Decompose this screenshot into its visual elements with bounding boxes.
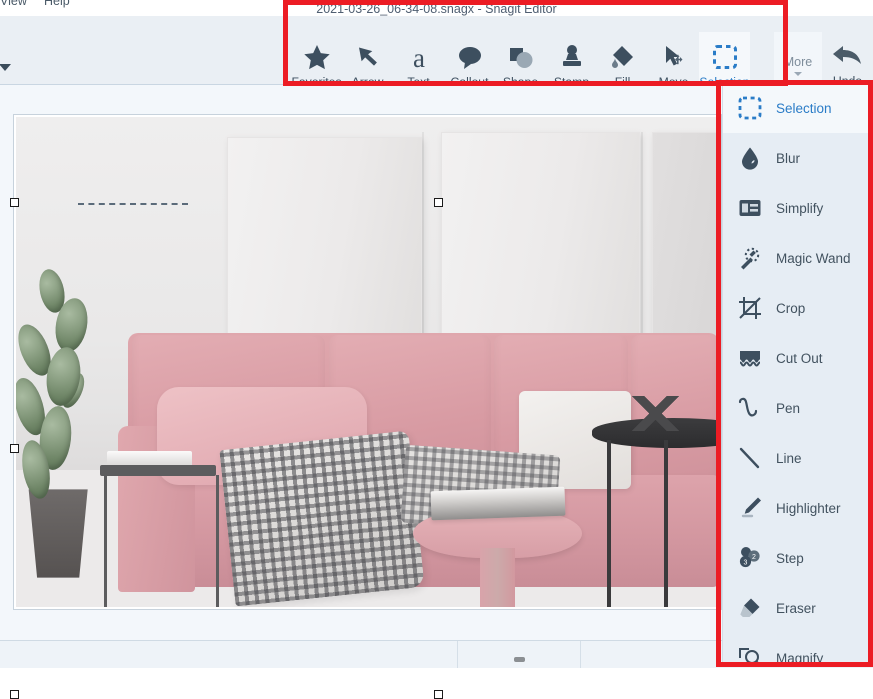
stamp-icon xyxy=(558,40,586,74)
line-icon xyxy=(737,445,763,471)
menu-item-step[interactable]: 2 3 Step xyxy=(723,533,868,583)
resize-handle-top-middle[interactable] xyxy=(434,198,443,207)
shape-icon xyxy=(507,40,535,74)
menu-item-label: Line xyxy=(776,450,802,466)
menu-item-blur[interactable]: Blur xyxy=(723,133,868,183)
menu-item-label: Pen xyxy=(776,400,801,416)
menu-item-label: Magic Wand xyxy=(776,250,851,266)
text-icon: a xyxy=(405,40,433,74)
menu-item-simplify[interactable]: Simplify xyxy=(723,183,868,233)
move-icon xyxy=(660,40,688,74)
chevron-down-icon xyxy=(794,71,802,76)
menu-item-label: Cut Out xyxy=(776,350,823,366)
snagit-editor-window: View Help 2021-03-26_06-34-08.snagx - Sn… xyxy=(0,0,873,699)
magic-wand-icon xyxy=(737,245,763,271)
menu-item-highlighter[interactable]: Highlighter xyxy=(723,483,868,533)
status-cell-center[interactable] xyxy=(458,641,581,668)
menu-item-magnify[interactable]: Magnify xyxy=(723,633,868,666)
callout-icon xyxy=(456,40,484,74)
crop-icon xyxy=(737,295,763,321)
selection-marquee xyxy=(78,203,188,205)
cut-out-icon xyxy=(737,345,763,371)
menu-item-label: Simplify xyxy=(776,200,824,216)
cactus-plant xyxy=(16,264,107,509)
menu-item-eraser[interactable]: Eraser xyxy=(723,583,868,633)
menu-item-pen[interactable]: Pen xyxy=(723,383,868,433)
undo-icon xyxy=(831,42,865,70)
decor-jacks xyxy=(610,396,702,431)
menu-item-selection[interactable]: Selection xyxy=(723,83,868,133)
image-canvas[interactable] xyxy=(14,115,721,609)
open-magazines xyxy=(430,487,565,522)
resize-handle-middle-left[interactable] xyxy=(10,444,19,453)
menu-item-label: Selection xyxy=(776,100,832,116)
menu-item-line[interactable]: Line xyxy=(723,433,868,483)
menu-item-label: Highlighter xyxy=(776,500,841,516)
plaid-throw-blanket xyxy=(219,430,425,607)
menu-item-label: Blur xyxy=(776,150,801,166)
pen-icon xyxy=(737,395,763,421)
arrow-icon xyxy=(354,40,382,74)
tool-flyout-menu[interactable]: Selection Blur Simplify Magic Wand Crop … xyxy=(722,82,869,667)
menu-item-label: Eraser xyxy=(776,600,816,616)
magnify-icon xyxy=(737,645,763,666)
resize-handle-top-left[interactable] xyxy=(10,198,19,207)
captured-image xyxy=(16,117,719,607)
resize-handle-bottom-left[interactable] xyxy=(10,690,19,699)
resize-handle-bottom-middle[interactable] xyxy=(434,690,443,699)
blur-icon xyxy=(737,145,763,171)
selection-icon xyxy=(712,40,738,74)
coffee-table-leg xyxy=(479,548,516,607)
step-icon: 2 3 xyxy=(737,545,763,571)
simplify-icon xyxy=(737,195,763,221)
status-cell-left xyxy=(0,641,458,668)
svg-text:a: a xyxy=(413,44,425,71)
selection-icon xyxy=(737,95,763,121)
svg-text:2: 2 xyxy=(752,554,756,561)
window-title: 2021-03-26_06-34-08.snagx - Snagit Edito… xyxy=(316,2,557,16)
eraser-icon xyxy=(737,595,763,621)
highlighter-icon xyxy=(737,495,763,521)
star-icon xyxy=(303,40,331,74)
menu-item-label: Magnify xyxy=(776,650,824,666)
status-indicator-icon xyxy=(513,657,525,662)
svg-text:3: 3 xyxy=(744,559,748,566)
toolbar: 2021-03-26_06-34-08.snagx - Snagit Edito… xyxy=(0,2,873,100)
side-table-legs xyxy=(103,474,219,607)
menu-item-label: Step xyxy=(776,550,804,566)
menu-item-magic-wand[interactable]: Magic Wand xyxy=(723,233,868,283)
more-label: More xyxy=(783,55,813,70)
chevron-down-icon xyxy=(0,63,11,71)
style-dropdown[interactable]: e xyxy=(0,60,11,74)
menu-item-label: Crop xyxy=(776,300,806,316)
menu-item-crop[interactable]: Crop xyxy=(723,283,868,333)
menu-item-cut-out[interactable]: Cut Out xyxy=(723,333,868,383)
dark-table-legs xyxy=(606,440,719,607)
fill-icon xyxy=(609,40,637,74)
